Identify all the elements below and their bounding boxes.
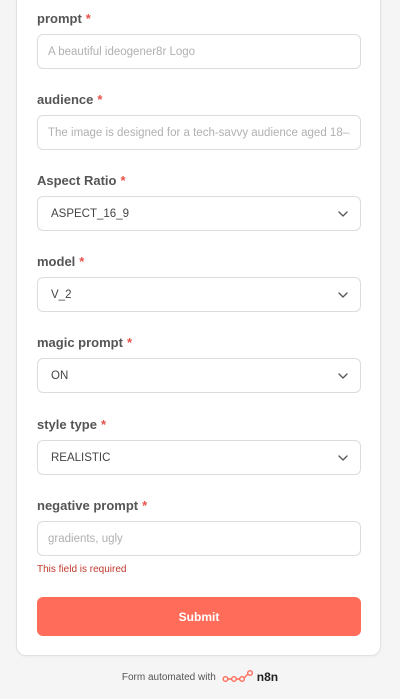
label-text: prompt — [37, 11, 82, 26]
field-label: style type * — [37, 416, 361, 434]
audience-input[interactable] — [48, 126, 350, 139]
prompt-input[interactable] — [48, 45, 350, 58]
field-audience: audience * — [37, 91, 361, 150]
label-text: negative prompt — [37, 498, 139, 513]
chevron-down-icon — [338, 371, 348, 381]
field-label: negative prompt * — [37, 497, 361, 515]
field-label: audience * — [37, 91, 361, 109]
required-marker: * — [120, 173, 126, 188]
n8n-logo-icon — [222, 669, 254, 686]
select-value: ON — [51, 369, 69, 382]
negative-prompt-input[interactable] — [48, 532, 350, 545]
field-label: Aspect Ratio * — [37, 172, 361, 190]
style-type-select[interactable]: REALISTIC — [37, 440, 361, 475]
select-value: ASPECT_16_9 — [51, 207, 129, 220]
magic-prompt-select[interactable]: ON — [37, 358, 361, 393]
field-label: magic prompt * — [37, 334, 361, 352]
required-marker: * — [85, 11, 91, 26]
label-text: Aspect Ratio — [37, 173, 117, 188]
required-marker: * — [79, 254, 85, 269]
select-value: V_2 — [51, 288, 72, 301]
label-text: model — [37, 254, 76, 269]
negative-prompt-input-wrapper — [37, 521, 361, 556]
label-text: style type — [37, 417, 97, 432]
n8n-brand-link[interactable]: n8n — [222, 669, 278, 686]
footer-text: Form automated with — [121, 671, 216, 683]
required-marker: * — [97, 92, 103, 107]
field-magic-prompt: magic prompt * ON — [37, 334, 361, 393]
chevron-down-icon — [338, 453, 348, 463]
n8n-brand-text: n8n — [256, 670, 279, 684]
label-text: magic prompt — [37, 335, 123, 350]
field-aspect-ratio: Aspect Ratio * ASPECT_16_9 — [37, 172, 361, 231]
required-marker: * — [142, 498, 148, 513]
label-text: audience — [37, 92, 94, 107]
field-negative-prompt: negative prompt * This field is required — [37, 497, 361, 575]
field-label: model * — [37, 253, 361, 271]
chevron-down-icon — [338, 209, 348, 219]
prompt-input-wrapper — [37, 34, 361, 69]
select-value: REALISTIC — [51, 451, 111, 464]
chevron-down-icon — [338, 290, 348, 300]
form-card: prompt * audience * Aspect Ratio * ASPEC… — [16, 0, 381, 656]
field-model: model * V_2 — [37, 253, 361, 312]
audience-input-wrapper — [37, 115, 361, 150]
error-message: This field is required — [37, 564, 127, 575]
footer: Form automated with n8n — [0, 667, 400, 687]
required-marker: * — [126, 335, 133, 350]
field-style-type: style type * REALISTIC — [37, 416, 361, 475]
required-marker: * — [100, 417, 107, 432]
model-select[interactable]: V_2 — [37, 277, 361, 312]
aspect-ratio-select[interactable]: ASPECT_16_9 — [37, 196, 361, 231]
field-prompt: prompt * — [37, 10, 361, 69]
submit-button[interactable]: Submit — [37, 597, 361, 636]
field-label: prompt * — [37, 10, 361, 28]
